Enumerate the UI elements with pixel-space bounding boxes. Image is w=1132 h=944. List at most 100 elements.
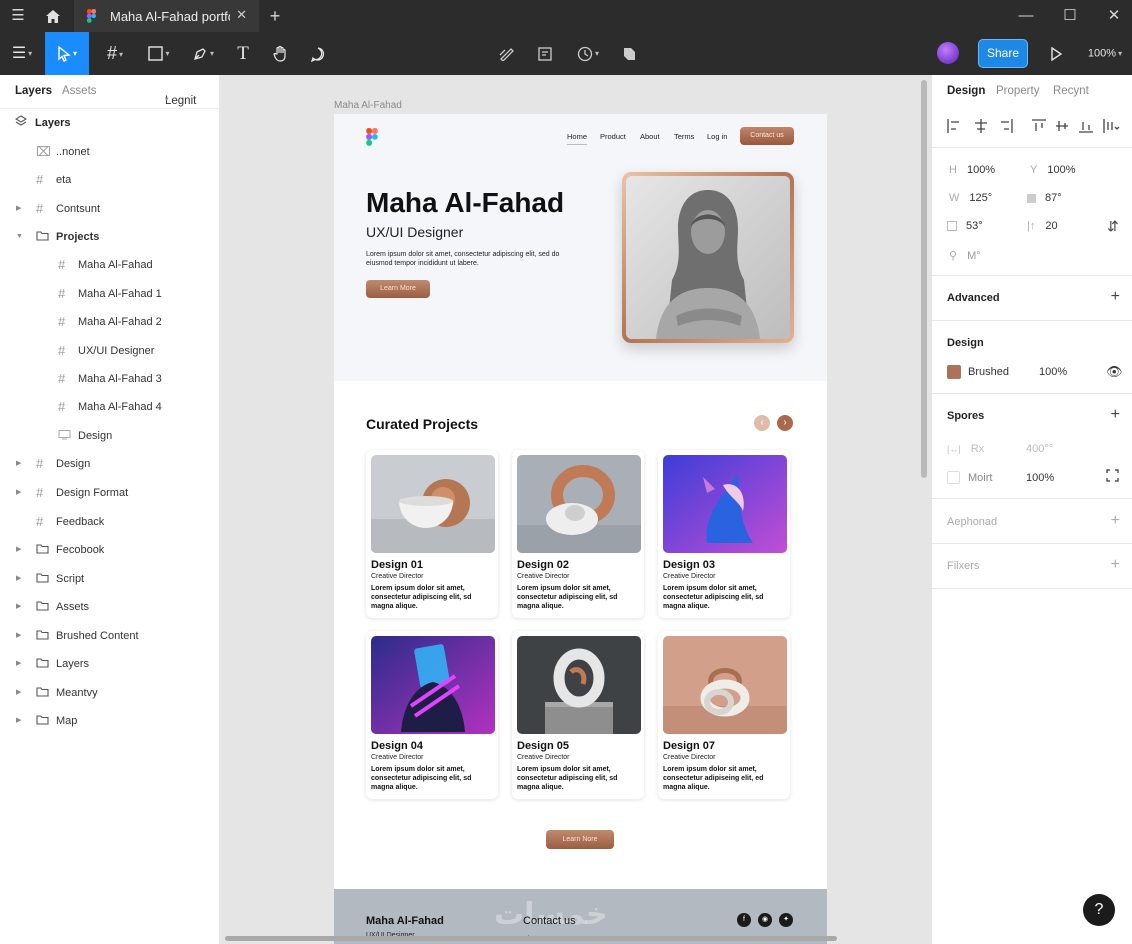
project-card[interactable]: Design 01 Creative Director Lorem ipsum do…	[366, 450, 498, 618]
frame-tool-icon[interactable]: # ▾	[98, 32, 132, 75]
canvas[interactable]: Maha Al-Fahad Home Product About Terms L…	[220, 75, 931, 944]
layer-row[interactable]: # Feedback	[0, 511, 219, 533]
prop-corner-radius[interactable]: 53°	[947, 220, 983, 232]
chevron-right-icon[interactable]: ▶	[16, 682, 21, 704]
spores-add-icon[interactable]: +	[1111, 406, 1120, 424]
chevron-down-icon[interactable]: ▼	[16, 226, 23, 248]
prop-width[interactable]: W 125°	[949, 192, 992, 204]
project-card[interactable]: Design 04 Creative Director Lorem ipsum do…	[366, 631, 498, 799]
chevron-right-icon[interactable]: ▶	[16, 625, 21, 647]
prop-y[interactable]: Y 100%	[1030, 164, 1075, 176]
tab-assets[interactable]: Assets	[62, 85, 97, 97]
avatar[interactable]	[935, 32, 961, 75]
layer-row[interactable]: ▶ Brushed Content	[0, 625, 219, 647]
comment-tool-icon[interactable]	[305, 32, 331, 75]
maximize-icon[interactable]: ☐	[1060, 0, 1080, 32]
chevron-right-icon[interactable]: ▶	[16, 710, 21, 732]
component-tool-icon[interactable]	[532, 32, 558, 75]
close-tab-icon[interactable]: ✕	[236, 7, 247, 23]
edit-tool-icon[interactable]	[494, 32, 520, 75]
help-button[interactable]: ?	[1083, 894, 1115, 926]
share-button[interactable]: Share	[978, 39, 1028, 68]
spores-moit-value[interactable]: 100%	[1026, 472, 1054, 484]
constrain-icon[interactable]: ⇵	[1107, 218, 1119, 235]
facebook-icon[interactable]: f	[737, 913, 751, 927]
prop-spacing[interactable]: |↑ 20	[1027, 220, 1058, 232]
prototype-tool-icon[interactable]: ▾	[570, 32, 606, 75]
aephonad-add-icon[interactable]: +	[1111, 512, 1120, 530]
layer-row[interactable]: ▼ Projects	[0, 226, 219, 248]
twitter-icon[interactable]: ✦	[779, 913, 793, 927]
layer-row[interactable]: # Maha Al-Fahad	[0, 254, 219, 276]
moirt-checkbox[interactable]	[947, 471, 960, 484]
file-tab[interactable]: Maha Al-Fahad portfoli ✕	[74, 0, 259, 32]
layer-row[interactable]: # eta	[0, 169, 219, 191]
next-arrow-icon[interactable]: ›	[777, 415, 793, 431]
project-card[interactable]: Design 02 Creative Director Lorem ipsum do…	[512, 450, 644, 618]
move-tool-icon[interactable]: ▾	[45, 32, 89, 75]
horizontal-scrollbar[interactable]	[225, 936, 837, 941]
frame-label[interactable]: Maha Al-Fahad	[334, 100, 402, 111]
layer-row[interactable]: ▶ # Contsunt	[0, 198, 219, 220]
zoom-select[interactable]: 100% ▾	[1082, 32, 1128, 75]
tab-recent[interactable]: Recynt	[1053, 85, 1089, 97]
hand-tool-icon[interactable]	[268, 32, 294, 75]
chevron-right-icon[interactable]: ▶	[16, 198, 21, 220]
project-card[interactable]: Design 03 Creative Director Lorem ipsum do…	[658, 450, 790, 618]
prop-rotation[interactable]: 87°	[1027, 192, 1062, 204]
project-card[interactable]: Design 05 Creative Director Lorem ipsum do…	[512, 631, 644, 799]
nav-product[interactable]: Product	[600, 132, 626, 141]
nav-about[interactable]: About	[640, 132, 660, 141]
plugin-tool-icon[interactable]	[616, 32, 642, 75]
portfolio-frame[interactable]: Home Product About Terms Log in Contact …	[334, 114, 827, 944]
tab-design[interactable]: Design	[947, 85, 985, 97]
text-tool-icon[interactable]: T	[230, 32, 256, 75]
prop-height[interactable]: H 100%	[949, 164, 995, 176]
learn-more-button[interactable]: Learn More	[366, 280, 430, 298]
menu-icon[interactable]: ☰	[8, 0, 28, 32]
layer-row[interactable]: ▶ Map	[0, 710, 219, 732]
layer-row[interactable]: ▶ Script	[0, 568, 219, 590]
layer-row[interactable]: # Maha Al-Fahad 2	[0, 311, 219, 333]
project-card[interactable]: Design 07 Creative Director Lorem ipsum do…	[658, 631, 790, 799]
layer-row[interactable]: # Maha Al-Fahad 4	[0, 396, 219, 418]
home-icon[interactable]	[42, 0, 64, 32]
chevron-right-icon[interactable]: ▶	[16, 568, 21, 590]
layer-row[interactable]: ▶ Assets	[0, 596, 219, 618]
chevron-right-icon[interactable]: ▶	[16, 482, 21, 504]
tab-property[interactable]: Property	[996, 85, 1039, 97]
layer-row[interactable]: ⌧ ..nonet	[0, 141, 219, 163]
fill-swatch[interactable]	[947, 365, 961, 379]
chevron-right-icon[interactable]: ▶	[16, 453, 21, 475]
spores-rx[interactable]: |↔| Rx	[947, 443, 984, 455]
close-window-icon[interactable]: ✕	[1104, 0, 1124, 32]
present-icon[interactable]	[1046, 32, 1066, 75]
layer-row[interactable]: Design	[0, 425, 219, 447]
nav-login[interactable]: Log in	[707, 132, 727, 141]
pen-tool-icon[interactable]: ▾	[186, 32, 220, 75]
filkers-add-icon[interactable]: +	[1111, 556, 1120, 574]
new-tab-button[interactable]: +	[264, 0, 286, 32]
prop-misc[interactable]: ⚲ M°	[949, 249, 981, 262]
visibility-eye-icon[interactable]: 👁	[1106, 364, 1123, 380]
chevron-right-icon[interactable]: ▶	[16, 539, 21, 561]
layer-row[interactable]: ▶ Layers	[0, 653, 219, 675]
layer-row[interactable]: # Maha Al-Fahad 1	[0, 283, 219, 305]
learn-more-bottom-button[interactable]: Learn Nore	[546, 830, 614, 849]
instagram-icon[interactable]: ◉	[758, 913, 772, 927]
nav-terms[interactable]: Terms	[674, 132, 694, 141]
layer-row[interactable]: # UX/UI Designer	[0, 340, 219, 362]
tab-layers[interactable]: Layers	[15, 85, 52, 97]
fill-opacity[interactable]: 100%	[1039, 366, 1067, 378]
contact-us-button[interactable]: Contact us	[740, 127, 794, 145]
main-menu-icon[interactable]: ☰ ▾	[6, 32, 38, 75]
vertical-scrollbar[interactable]	[921, 80, 927, 478]
layer-row[interactable]: ▶ # Design	[0, 453, 219, 475]
prev-arrow-icon[interactable]: ‹	[754, 415, 770, 431]
advanced-add-icon[interactable]: +	[1111, 288, 1120, 306]
expand-icon[interactable]	[1106, 469, 1119, 485]
layer-row[interactable]: ▶ # Design Format	[0, 482, 219, 504]
chevron-right-icon[interactable]: ▶	[16, 596, 21, 618]
minimize-icon[interactable]: —	[1016, 0, 1036, 32]
spores-rx-value[interactable]: 400°°	[1026, 443, 1053, 455]
